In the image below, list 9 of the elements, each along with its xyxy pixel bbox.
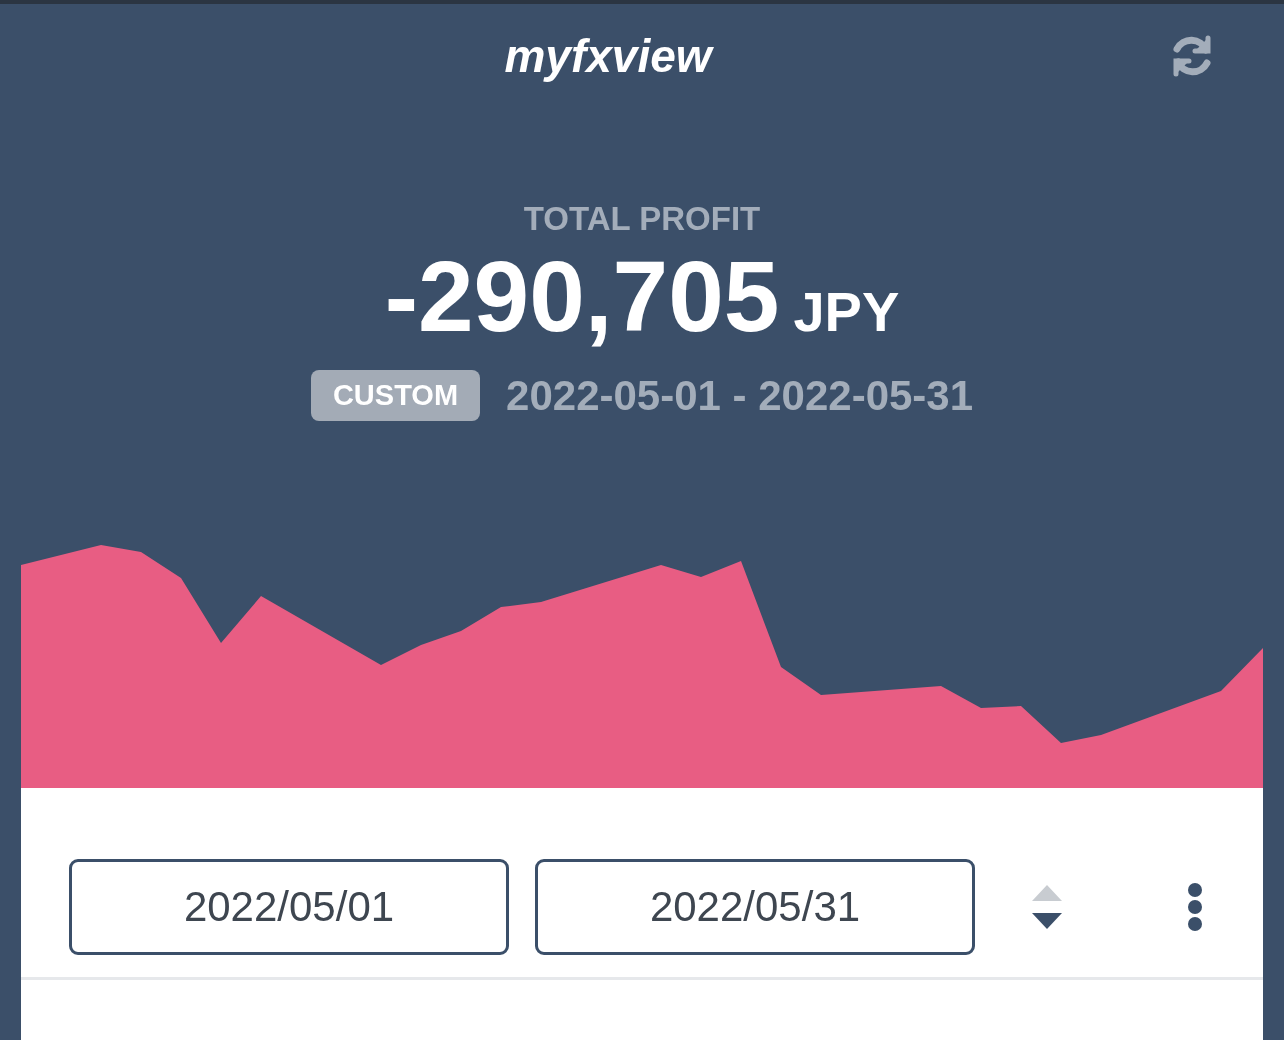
date-range-text: 2022-05-01 - 2022-05-31: [506, 371, 974, 420]
end-date-field[interactable]: 2022/05/31: [535, 858, 975, 955]
app-title: myfxview: [504, 29, 712, 83]
more-options-icon[interactable]: [1187, 882, 1203, 931]
profit-amount: -290,705: [384, 246, 780, 346]
currency-label: JPY: [793, 279, 900, 344]
total-profit-label: TOTAL PROFIT: [523, 200, 761, 238]
start-date-field[interactable]: 2022/05/01: [69, 858, 509, 955]
period-badge: CUSTOM: [310, 370, 481, 421]
